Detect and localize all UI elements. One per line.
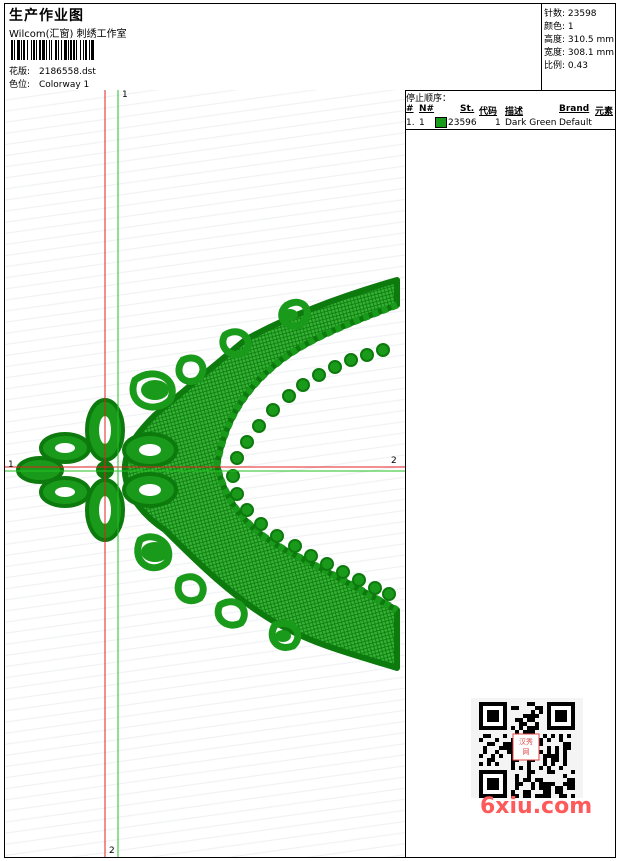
design-height: 高度: 310.5 mm (544, 35, 615, 45)
design-value: 2186558.dst (39, 67, 96, 77)
design-preview: 1 1 2 2 (5, 90, 406, 857)
col-code: 代码 (479, 107, 498, 117)
design-label: 花版: (9, 67, 31, 77)
axis-label-green-top: 1 (122, 90, 128, 100)
table-divider (405, 129, 615, 130)
embroidery-drawing (5, 90, 405, 857)
stop-sequence-title: 停止顺序： (406, 94, 452, 104)
colorway-row: 色位: Colorway 1 (9, 77, 89, 90)
production-sheet: 生产作业图 Wilcom(汇窗) 刺绣工作室 花版: 2186558.dst 色位… (4, 3, 616, 858)
col-stitches: St. (460, 104, 475, 114)
thread-color-swatch (435, 117, 447, 128)
col-description: 描述 (505, 107, 524, 117)
sheet-title: 生产作业图 (9, 8, 84, 24)
company-name: Wilcom(汇窗) 刺绣工作室 (9, 29, 127, 40)
row-code: 1 (495, 118, 501, 128)
svg-text:网: 网 (523, 748, 530, 756)
color-count: 颜色: 1 (544, 22, 574, 32)
qr-stamp-text: 汉秀 (519, 737, 533, 746)
colorway-value: Colorway 1 (39, 80, 90, 90)
col-brand: Brand (559, 104, 590, 114)
row-index: 1. (406, 118, 415, 128)
axis-label-green-left: 1 (8, 460, 14, 470)
row-brand: Default (559, 118, 592, 128)
row-stitches: 23596 (448, 118, 477, 128)
sheet-header: 生产作业图 Wilcom(汇窗) 刺绣工作室 花版: 2186558.dst 色位… (5, 4, 615, 91)
col-needle: N# (419, 104, 435, 114)
col-element: 元素 (595, 107, 614, 117)
row-description: Dark Green (505, 118, 557, 128)
qr-code: 汉秀 网 (471, 684, 583, 812)
embroidery-band (121, 277, 400, 671)
stitch-count: 针数: 23598 (544, 9, 597, 19)
barcode (11, 40, 94, 60)
design-name-row: 花版: 2186558.dst (9, 64, 96, 77)
design-width: 宽度: 308.1 mm (544, 48, 615, 58)
axis-label-red-right: 2 (391, 456, 397, 466)
row-needle: 1 (419, 118, 425, 128)
site-watermark: 6xiu.com (480, 794, 593, 819)
stats-panel: 针数: 23598 颜色: 1 高度: 310.5 mm 宽度: 308.1 m… (541, 4, 616, 90)
axis-label-red-bottom: 2 (109, 846, 115, 856)
col-index: # (406, 104, 414, 114)
design-scale: 比例: 0.43 (544, 61, 588, 71)
colorway-label: 色位: (9, 80, 31, 90)
